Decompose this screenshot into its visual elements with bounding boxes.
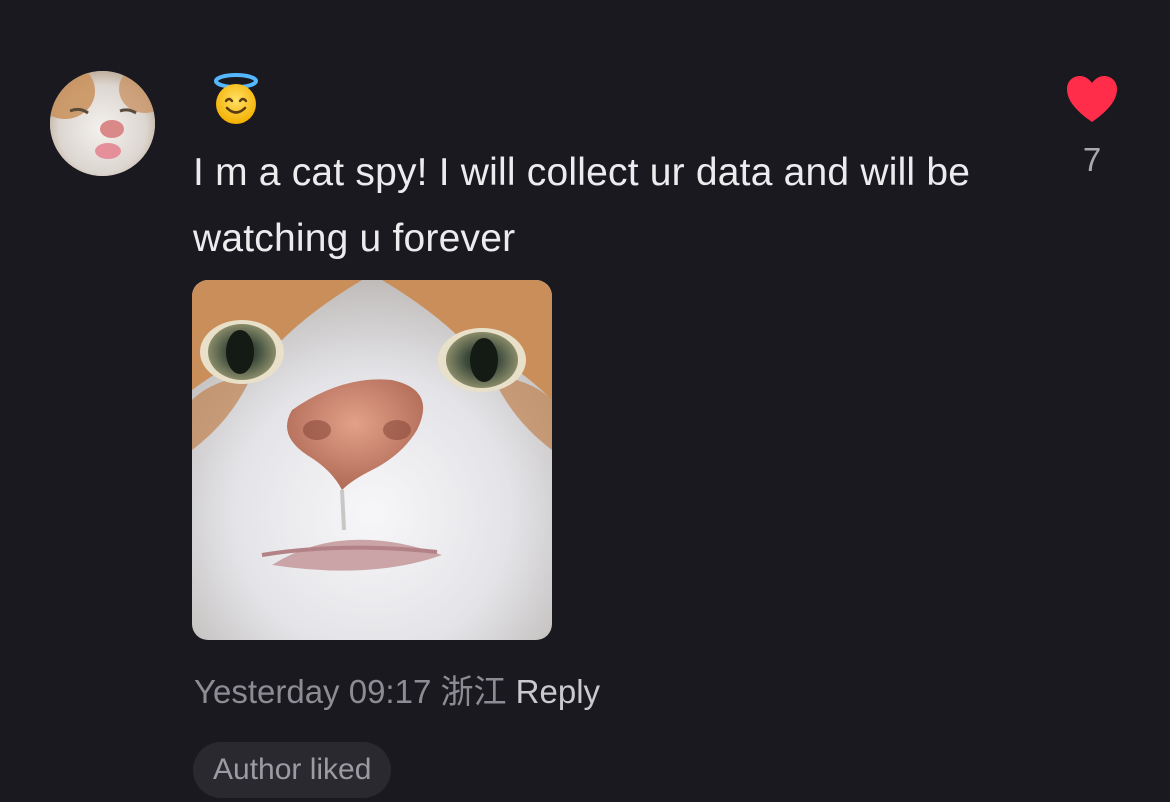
location: 浙江 [440, 673, 507, 710]
cat-avatar-icon [50, 71, 155, 176]
comment-image[interactable] [192, 280, 552, 640]
avatar[interactable] [50, 71, 155, 176]
author-liked-badge: Author liked [193, 742, 392, 798]
heart-icon[interactable] [1065, 74, 1119, 124]
halo-smile-emoji-icon [209, 72, 263, 126]
cat-face-photo-icon [192, 280, 552, 640]
timestamp: Yesterday 09:17 [194, 673, 432, 710]
like-count: 7 [1082, 141, 1102, 178]
reply-button[interactable]: Reply [516, 673, 600, 710]
comment-item: I m a cat spy! I will collect ur data an… [0, 0, 1170, 802]
comment-meta: Yesterday 09:17 浙江 Reply [194, 670, 600, 714]
comment-text: I m a cat spy! I will collect ur data an… [193, 151, 971, 260]
like-button[interactable]: 7 [1060, 74, 1124, 194]
